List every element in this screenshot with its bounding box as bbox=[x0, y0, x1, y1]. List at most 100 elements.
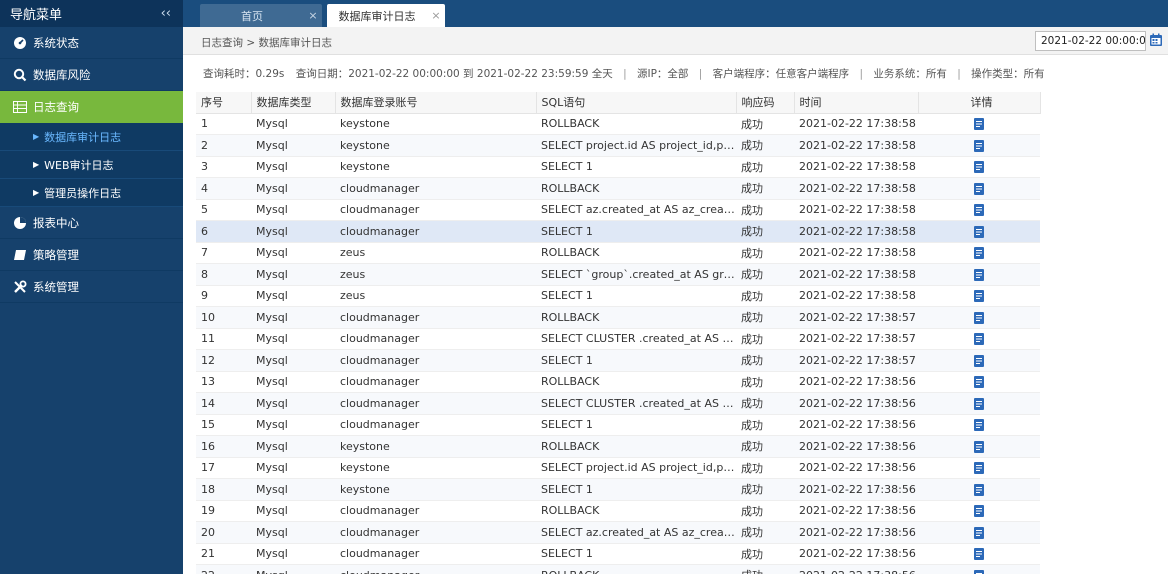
table-row[interactable]: 7 Mysql zeus ROLLBACK 成功 2021-02-22 17:38:58 bbox=[196, 242, 1040, 264]
column-header[interactable]: 数据库类型 bbox=[251, 92, 336, 114]
table-row[interactable]: 6 Mysql cloudmanager SELECT 1 成功 2021-02-22 1… bbox=[196, 220, 1040, 243]
row-index: 17 bbox=[196, 457, 251, 479]
tab-label: 数据库审计日志 bbox=[338, 9, 416, 23]
table-row[interactable]: 8 Mysql zeus SELECT `group`.created_at AS g… bbox=[196, 263, 1040, 286]
document-icon[interactable] bbox=[974, 569, 984, 574]
table-row[interactable]: 14 Mysql cloudmanager SELECT CLUSTER .creat… bbox=[196, 392, 1040, 415]
column-header[interactable]: SQL语句 bbox=[536, 92, 737, 114]
menu-item-system-management[interactable]: 系统管理 bbox=[0, 271, 183, 303]
table-row[interactable]: 20 Mysql cloudmanager SELECT az.created_at … bbox=[196, 521, 1040, 544]
tab-bar: 首页 × 数据库审计日志 × bbox=[183, 0, 1168, 27]
close-icon[interactable]: × bbox=[304, 9, 322, 22]
tab-home[interactable]: 首页 × bbox=[200, 4, 322, 27]
document-icon[interactable] bbox=[974, 311, 984, 324]
document-icon[interactable] bbox=[974, 290, 984, 303]
document-icon[interactable] bbox=[974, 354, 984, 367]
document-icon[interactable] bbox=[974, 440, 984, 453]
document-icon[interactable] bbox=[974, 247, 984, 260]
response-code: 成功 bbox=[736, 220, 794, 243]
table-row[interactable]: 1 Mysql keystone ROLLBACK 成功 2021-02-22 17:38… bbox=[196, 113, 1040, 135]
table-row[interactable]: 15 Mysql cloudmanager SELECT 1 成功 2021-02-22 … bbox=[196, 414, 1040, 436]
tools-icon bbox=[12, 279, 28, 295]
menu-item-label: 系统状态 bbox=[33, 35, 79, 50]
response-code: 成功 bbox=[736, 414, 794, 436]
column-header[interactable]: 时间 bbox=[794, 92, 919, 114]
sub-item-label: 管理员操作日志 bbox=[44, 186, 122, 200]
tab-db-audit-log[interactable]: 数据库审计日志 × bbox=[327, 4, 445, 27]
menu-item-system-status[interactable]: 系统状态 bbox=[0, 27, 183, 59]
sidebar-item-web-audit-log[interactable]: ▶ WEB审计日志 bbox=[0, 151, 183, 179]
table-row[interactable]: 5 Mysql cloudmanager SELECT az.created_at A… bbox=[196, 199, 1040, 221]
sql-statement: SELECT `group`.created_at AS group_creat… bbox=[536, 263, 736, 286]
menu-item-log-query[interactable]: 日志查询 bbox=[0, 91, 183, 123]
document-icon[interactable] bbox=[974, 419, 984, 432]
row-index: 2 bbox=[196, 134, 251, 157]
document-icon[interactable] bbox=[974, 505, 984, 518]
table-row[interactable]: 11 Mysql cloudmanager SELECT CLUSTER .creat… bbox=[196, 328, 1040, 350]
date-range-input[interactable]: 2021-02-22 00:00:00 到 bbox=[1035, 31, 1146, 51]
document-icon[interactable] bbox=[974, 118, 984, 131]
table-row[interactable]: 10 Mysql cloudmanager ROLLBACK 成功 2021-02-22 … bbox=[196, 306, 1040, 329]
row-index: 13 bbox=[196, 371, 251, 393]
table-row[interactable]: 2 Mysql keystone SELECT project.id AS proje… bbox=[196, 134, 1040, 157]
document-icon[interactable] bbox=[974, 268, 984, 281]
document-icon[interactable] bbox=[974, 397, 984, 410]
response-code: 成功 bbox=[736, 543, 794, 565]
db-account: cloudmanager bbox=[335, 177, 536, 200]
filter-client: 客户端程序：任意客户端程序 bbox=[712, 68, 850, 80]
document-icon[interactable] bbox=[974, 225, 984, 238]
document-icon[interactable] bbox=[974, 526, 984, 539]
search-icon bbox=[12, 67, 28, 83]
column-header[interactable]: 详情 bbox=[918, 92, 1041, 114]
close-icon[interactable]: × bbox=[427, 9, 445, 22]
sidebar-item-admin-op-log[interactable]: ▶ 管理员操作日志 bbox=[0, 179, 183, 207]
timestamp: 2021-02-22 17:38:56 bbox=[794, 500, 918, 522]
db-type: Mysql bbox=[251, 285, 335, 307]
document-icon[interactable] bbox=[974, 376, 984, 389]
dashboard-icon bbox=[12, 35, 28, 51]
sidebar-header: 导航菜单 ‹‹ bbox=[0, 0, 183, 27]
sql-statement: ROLLBACK bbox=[536, 242, 736, 264]
document-icon[interactable] bbox=[974, 139, 984, 152]
detail-cell bbox=[918, 392, 1040, 415]
detail-cell bbox=[918, 478, 1040, 501]
table-row[interactable]: 12 Mysql cloudmanager SELECT 1 成功 2021-02-22 … bbox=[196, 349, 1040, 372]
sql-statement: ROLLBACK bbox=[536, 113, 736, 135]
table-row[interactable]: 16 Mysql keystone ROLLBACK 成功 2021-02-22 17:3… bbox=[196, 435, 1040, 458]
row-index: 4 bbox=[196, 177, 251, 200]
detail-cell bbox=[918, 435, 1040, 458]
document-icon[interactable] bbox=[974, 204, 984, 217]
table-row[interactable]: 22MysqlcloudmanagerROLLBACK成功2021-02-22 … bbox=[196, 564, 1040, 574]
document-icon[interactable] bbox=[974, 161, 984, 174]
timestamp: 2021-02-22 17:38:56 bbox=[794, 543, 918, 565]
table-row[interactable]: 18 Mysql keystone SELECT 1 成功 2021-02-22 17:3… bbox=[196, 478, 1040, 501]
separator: | bbox=[623, 68, 627, 80]
document-icon[interactable] bbox=[974, 483, 984, 496]
collapse-sidebar-button[interactable]: ‹‹ bbox=[161, 6, 171, 21]
menu-item-db-risk[interactable]: 数据库风险 bbox=[0, 59, 183, 91]
table-row[interactable]: 3 Mysql keystone SELECT 1 成功 2021-02-22 17:38… bbox=[196, 156, 1040, 178]
document-icon[interactable] bbox=[974, 462, 984, 475]
calendar-icon[interactable] bbox=[1149, 33, 1163, 47]
table-row[interactable]: 17 Mysql keystone SELECT project.id AS proj… bbox=[196, 457, 1040, 479]
column-header[interactable]: 数据库登录账号 bbox=[335, 92, 537, 114]
column-header[interactable]: 响应码 bbox=[736, 92, 795, 114]
db-type: Mysql bbox=[251, 113, 335, 135]
sidebar-item-db-audit-log[interactable]: ▶ 数据库审计日志 bbox=[0, 123, 183, 151]
document-icon[interactable] bbox=[974, 333, 984, 346]
table-row[interactable]: 9 Mysql zeus SELECT 1 成功 2021-02-22 17:38:58 bbox=[196, 285, 1040, 307]
table-row[interactable]: 19 Mysql cloudmanager ROLLBACK 成功 2021-02-22 … bbox=[196, 500, 1040, 522]
document-icon[interactable] bbox=[974, 182, 984, 195]
response-code: 成功 bbox=[736, 349, 794, 372]
response-code: 成功 bbox=[736, 263, 794, 286]
table-row[interactable]: 13 Mysql cloudmanager ROLLBACK 成功 2021-02-22 … bbox=[196, 371, 1040, 393]
separator: | bbox=[957, 68, 961, 80]
document-icon[interactable] bbox=[974, 548, 984, 561]
db-type: Mysql bbox=[251, 457, 335, 479]
table-row[interactable]: 4 Mysql cloudmanager ROLLBACK 成功 2021-02-22 1… bbox=[196, 177, 1040, 200]
timestamp: 2021-02-22 17:38:58 bbox=[794, 134, 918, 157]
table-row[interactable]: 21 Mysql cloudmanager SELECT 1 成功 2021-02-22 … bbox=[196, 543, 1040, 565]
menu-item-policy-management[interactable]: 策略管理 bbox=[0, 239, 183, 271]
column-header[interactable]: 序号 bbox=[196, 92, 252, 114]
menu-item-report-center[interactable]: 报表中心 bbox=[0, 207, 183, 239]
